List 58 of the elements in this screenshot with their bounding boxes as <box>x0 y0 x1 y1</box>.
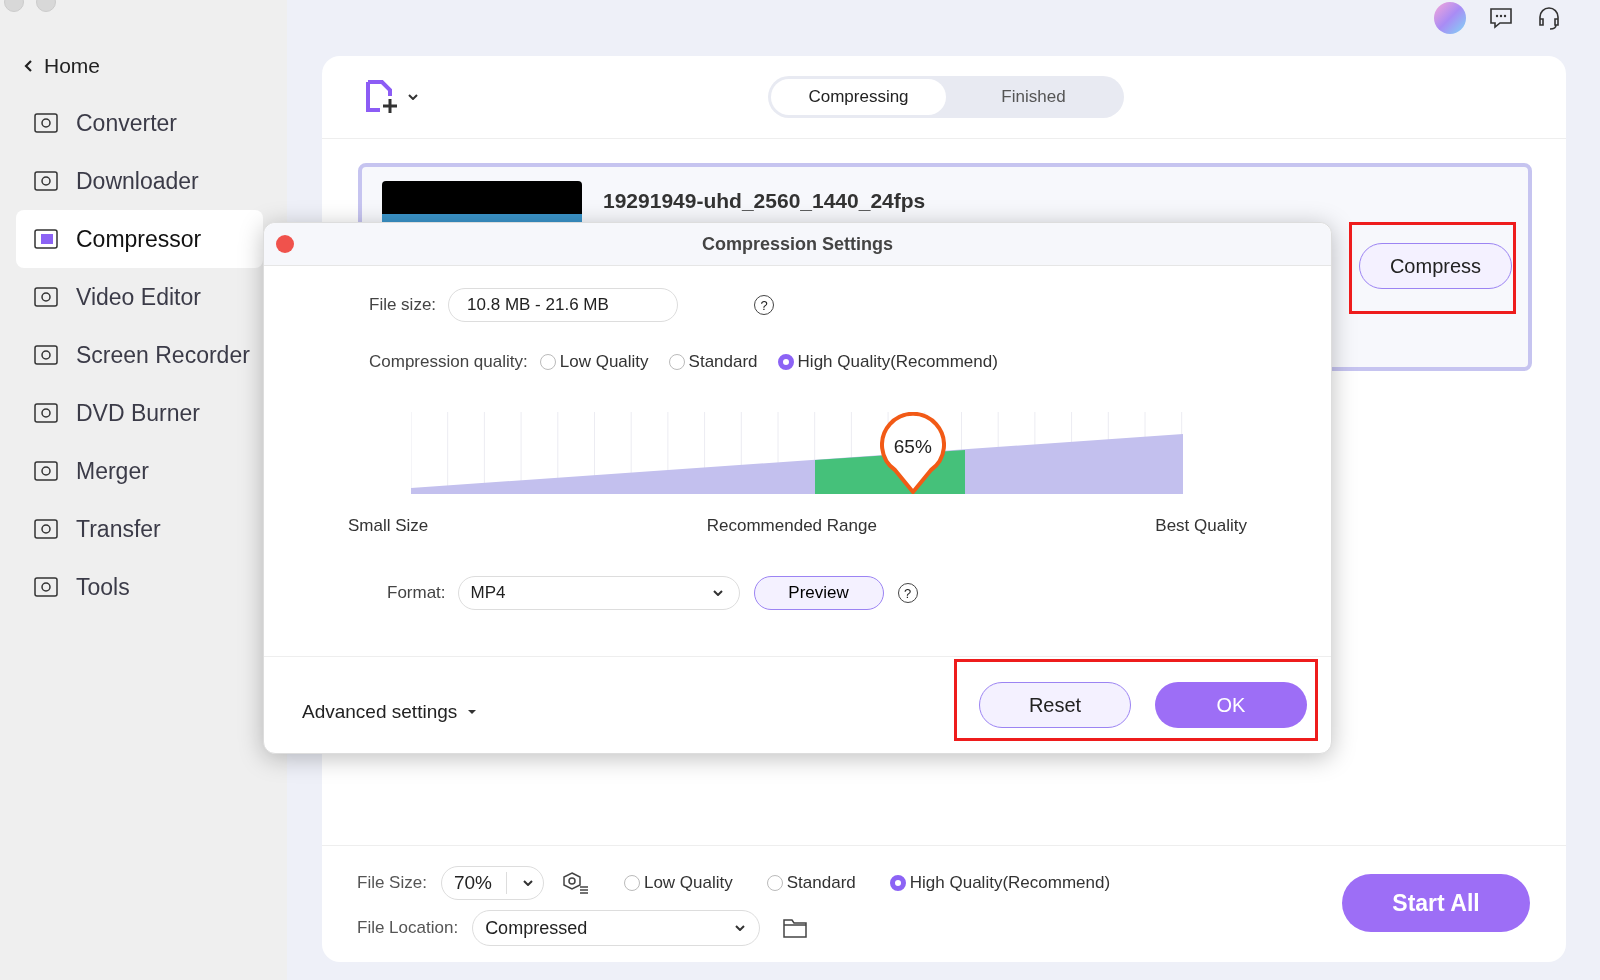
start-all-button[interactable]: Start All <box>1342 874 1530 932</box>
close-button[interactable] <box>276 235 294 253</box>
sidebar-icon <box>32 169 60 193</box>
tab[interactable]: Finished <box>946 79 1121 115</box>
back-chevron-icon <box>24 60 32 72</box>
sidebar-icon <box>32 459 60 483</box>
add-file-button[interactable] <box>364 79 418 115</box>
compress-button[interactable]: Compress <box>1359 243 1512 289</box>
slider-label: Small Size <box>348 516 429 536</box>
sidebar-icon <box>32 285 60 309</box>
file-size-label: File Size: <box>357 873 427 893</box>
sidebar-icon <box>32 343 60 367</box>
sidebar-icon <box>32 401 60 425</box>
tab[interactable]: Compressing <box>771 79 946 115</box>
sidebar-icon <box>32 111 60 135</box>
caret-icon <box>467 709 478 715</box>
sidebar-icon <box>32 227 60 251</box>
slider-thumb[interactable]: 65% <box>879 412 946 494</box>
preview-button[interactable]: Preview <box>753 576 884 610</box>
home-link[interactable]: Home <box>0 18 101 82</box>
slider-label: Recommended Range <box>706 516 877 536</box>
compression-quality-label: Compression quality: <box>369 352 528 372</box>
folder-icon[interactable] <box>782 917 809 939</box>
dialog-title: Compression Settings <box>702 233 893 255</box>
chat-icon[interactable] <box>1488 6 1514 30</box>
ok-button[interactable]: OK <box>1155 682 1307 728</box>
sidebar-item[interactable]: DVD Burner <box>16 384 263 442</box>
sidebar-item[interactable]: Transfer <box>16 500 263 558</box>
sidebar-item[interactable]: Tools <box>16 558 263 616</box>
quality-radio[interactable]: High Quality(Recommend) <box>777 352 998 372</box>
quality-radio[interactable]: Low Quality <box>539 352 649 372</box>
caret-icon <box>522 880 533 886</box>
sidebar-item[interactable]: Screen Recorder <box>16 326 263 384</box>
advanced-settings-toggle[interactable]: Advanced settings <box>302 701 478 723</box>
quality-slider[interactable]: 65% <box>411 412 1183 494</box>
caret-icon <box>735 925 746 931</box>
file-size-label: File size: <box>369 295 437 315</box>
sidebar-icon <box>32 517 60 541</box>
quality-radio[interactable]: Standard <box>766 873 856 893</box>
headset-icon[interactable] <box>1536 5 1562 31</box>
quality-radio[interactable]: High Quality(Recommend) <box>889 873 1111 893</box>
file-location-label: File Location: <box>357 918 459 938</box>
caret-icon <box>712 590 723 596</box>
slider-label: Best Quality <box>1155 516 1247 536</box>
quality-radio[interactable]: Low Quality <box>623 873 733 893</box>
quality-radio[interactable]: Standard <box>668 352 758 372</box>
sidebar-item[interactable]: Video Editor <box>16 268 263 326</box>
add-file-icon <box>364 79 400 115</box>
sidebar-item[interactable]: Downloader <box>16 152 263 210</box>
file-name: 19291949-uhd_2560_1440_24fps <box>603 189 926 213</box>
reset-button[interactable]: Reset <box>979 682 1131 728</box>
sidebar-item[interactable]: Converter <box>16 94 263 152</box>
settings-icon[interactable] <box>561 871 590 895</box>
caret-icon <box>408 94 418 100</box>
format-label: Format: <box>387 583 446 603</box>
sidebar-icon <box>32 575 60 599</box>
sidebar-item[interactable]: Compressor <box>16 210 263 268</box>
sidebar-item[interactable]: Merger <box>16 442 263 500</box>
